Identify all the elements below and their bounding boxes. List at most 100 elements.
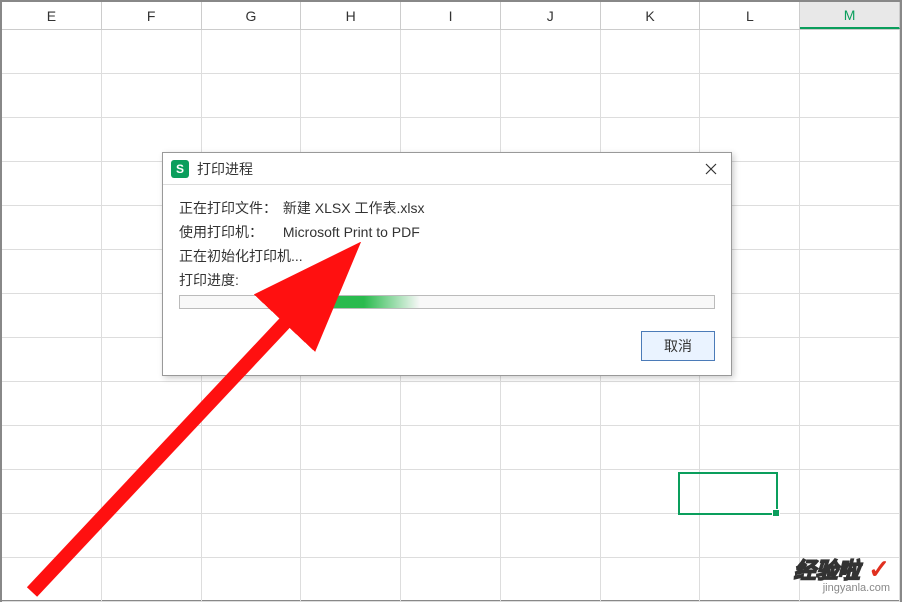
col-header-j[interactable]: J <box>501 2 601 29</box>
cell[interactable] <box>2 206 102 249</box>
cell[interactable] <box>401 514 501 557</box>
check-icon: ✓ <box>868 554 890 584</box>
col-header-g[interactable]: G <box>202 2 302 29</box>
close-button[interactable] <box>691 153 731 185</box>
cell[interactable] <box>700 558 800 601</box>
cell[interactable] <box>501 558 601 601</box>
col-header-i[interactable]: I <box>401 2 501 29</box>
cell[interactable] <box>102 470 202 513</box>
cell[interactable] <box>301 558 401 601</box>
cell[interactable] <box>601 426 701 469</box>
cell[interactable] <box>301 30 401 73</box>
col-header-k[interactable]: K <box>601 2 701 29</box>
cell[interactable] <box>700 426 800 469</box>
cell[interactable] <box>501 426 601 469</box>
col-header-e[interactable]: E <box>2 2 102 29</box>
cell[interactable] <box>800 426 900 469</box>
cell[interactable] <box>2 470 102 513</box>
cell[interactable] <box>102 382 202 425</box>
cell[interactable] <box>800 30 900 73</box>
cell[interactable] <box>2 30 102 73</box>
cell[interactable] <box>700 382 800 425</box>
cell[interactable] <box>202 30 302 73</box>
cancel-button[interactable]: 取消 <box>641 331 715 361</box>
cell[interactable] <box>800 294 900 337</box>
cell[interactable] <box>2 382 102 425</box>
table-row <box>2 30 900 74</box>
cell[interactable] <box>501 470 601 513</box>
cell[interactable] <box>202 382 302 425</box>
cell[interactable] <box>800 206 900 249</box>
cell[interactable] <box>501 74 601 117</box>
cell[interactable] <box>800 470 900 513</box>
dialog-titlebar[interactable]: S 打印进程 <box>163 153 731 185</box>
cell[interactable] <box>501 30 601 73</box>
cell[interactable] <box>2 74 102 117</box>
cell[interactable] <box>2 338 102 381</box>
table-row <box>2 470 900 514</box>
cell[interactable] <box>501 514 601 557</box>
cell[interactable] <box>401 30 501 73</box>
cell[interactable] <box>102 426 202 469</box>
cell[interactable] <box>800 118 900 161</box>
cell[interactable] <box>800 162 900 205</box>
table-row <box>2 558 900 602</box>
cell[interactable] <box>800 514 900 557</box>
wps-spreadsheet-icon: S <box>171 160 189 178</box>
cell[interactable] <box>301 514 401 557</box>
col-header-l[interactable]: L <box>700 2 800 29</box>
cell[interactable] <box>102 558 202 601</box>
cell[interactable] <box>202 426 302 469</box>
cell[interactable] <box>401 74 501 117</box>
cell[interactable] <box>700 74 800 117</box>
cell[interactable] <box>601 382 701 425</box>
printer-value: Microsoft Print to PDF <box>283 224 420 240</box>
init-row: 正在初始化打印机... <box>179 245 715 267</box>
col-header-h[interactable]: H <box>301 2 401 29</box>
cell[interactable] <box>301 470 401 513</box>
col-header-m[interactable]: M <box>800 2 900 29</box>
cell[interactable] <box>401 382 501 425</box>
cell[interactable] <box>601 470 701 513</box>
cell[interactable] <box>601 514 701 557</box>
cell[interactable] <box>401 558 501 601</box>
cell[interactable] <box>202 74 302 117</box>
table-row <box>2 382 900 426</box>
cell[interactable] <box>202 514 302 557</box>
cell[interactable] <box>2 294 102 337</box>
watermark-text: 经验啦 <box>794 553 860 585</box>
cell[interactable] <box>601 30 701 73</box>
cell[interactable] <box>800 382 900 425</box>
cell[interactable] <box>102 30 202 73</box>
cell[interactable] <box>2 514 102 557</box>
cell[interactable] <box>2 250 102 293</box>
cell[interactable] <box>301 426 401 469</box>
cell[interactable] <box>700 514 800 557</box>
cell[interactable] <box>700 30 800 73</box>
cell[interactable] <box>800 250 900 293</box>
cell[interactable] <box>800 74 900 117</box>
cell[interactable] <box>102 74 202 117</box>
cell[interactable] <box>800 338 900 381</box>
progress-row: 打印进度: <box>179 269 715 291</box>
cell[interactable] <box>2 558 102 601</box>
table-row <box>2 426 900 470</box>
cell[interactable] <box>2 118 102 161</box>
table-row <box>2 74 900 118</box>
cell[interactable] <box>2 162 102 205</box>
cell[interactable] <box>2 426 102 469</box>
cell[interactable] <box>501 382 601 425</box>
cell[interactable] <box>102 514 202 557</box>
printer-label: 使用打印机： <box>179 221 279 243</box>
cell[interactable] <box>700 470 800 513</box>
cell[interactable] <box>301 74 401 117</box>
cell[interactable] <box>401 470 501 513</box>
cell[interactable] <box>202 470 302 513</box>
cell[interactable] <box>401 426 501 469</box>
dialog-body: 正在打印文件： 新建 XLSX 工作表.xlsx 使用打印机： Microsof… <box>163 185 731 321</box>
cell[interactable] <box>202 558 302 601</box>
cell[interactable] <box>601 558 701 601</box>
cell[interactable] <box>301 382 401 425</box>
col-header-f[interactable]: F <box>102 2 202 29</box>
cell[interactable] <box>601 74 701 117</box>
